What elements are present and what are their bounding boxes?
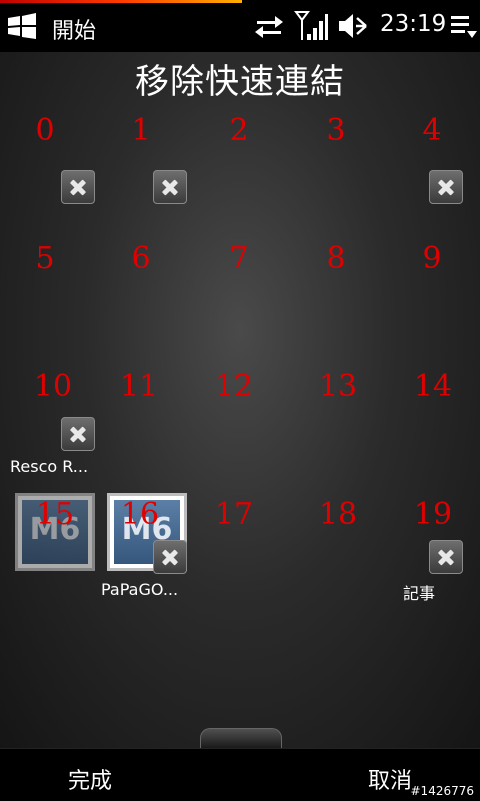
slot-number-0: 0 — [35, 113, 55, 148]
slot-number-11: 11 — [119, 369, 159, 404]
volume-muted-icon[interactable] — [336, 10, 368, 42]
slot-number-9: 9 — [422, 241, 442, 276]
remove-link-0-button[interactable] — [61, 170, 95, 204]
slot-number-19: 19 — [413, 497, 453, 532]
watermark: #1426776 — [410, 784, 475, 798]
status-bar: 開始 23:19 — [0, 0, 480, 52]
slot-number-13: 13 — [318, 369, 358, 404]
cancel-button[interactable]: 取消 — [368, 763, 412, 795]
slot-number-8: 8 — [326, 241, 346, 276]
slot-number-16: 16 — [120, 497, 160, 532]
slot-number-2: 2 — [229, 113, 249, 148]
slot-number-5: 5 — [35, 241, 55, 276]
slot-number-1: 1 — [131, 113, 151, 148]
remove-link-10-button[interactable] — [61, 417, 95, 451]
remove-link-19-button[interactable] — [429, 540, 463, 574]
slot-number-17: 17 — [214, 497, 254, 532]
app-label-notes[interactable]: 記事 — [403, 580, 435, 604]
signal-strength-icon — [294, 11, 328, 40]
remove-link-1-button[interactable] — [153, 170, 187, 204]
slot-number-7: 7 — [229, 241, 249, 276]
slot-number-6: 6 — [131, 241, 151, 276]
slot-number-15: 15 — [35, 497, 75, 532]
data-sync-icon — [255, 16, 283, 38]
app-label-resco[interactable]: Resco R... — [10, 457, 88, 476]
remove-link-4-button[interactable] — [429, 170, 463, 204]
slot-number-10: 10 — [33, 369, 73, 404]
slot-number-4: 4 — [422, 113, 442, 148]
start-label[interactable]: 開始 — [52, 13, 96, 45]
remove-link-16-button[interactable] — [153, 540, 187, 574]
menu-icon[interactable] — [450, 13, 478, 41]
softkey-bar: 完成 取消 — [0, 748, 480, 801]
slot-number-3: 3 — [326, 113, 346, 148]
page-title: 移除快速連結 — [135, 62, 345, 102]
slot-number-12: 12 — [214, 369, 254, 404]
done-button[interactable]: 完成 — [68, 763, 112, 795]
slot-number-18: 18 — [318, 497, 358, 532]
slot-number-14: 14 — [413, 369, 453, 404]
app-label-papago[interactable]: PaPaGO... — [101, 580, 178, 599]
clock-time[interactable]: 23:19 — [380, 11, 446, 37]
windows-start-icon[interactable] — [6, 12, 38, 40]
progress-bar — [0, 0, 242, 3]
